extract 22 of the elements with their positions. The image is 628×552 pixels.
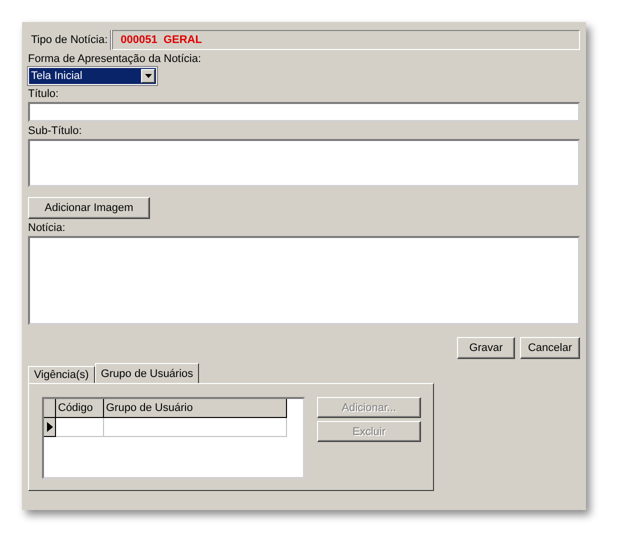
caret-icon: [144, 74, 152, 78]
form-button[interactable]: Gravar: [457, 337, 515, 359]
news-field[interactable]: [28, 236, 580, 325]
column-header[interactable]: Grupo de Usuário: [104, 399, 287, 418]
form-button[interactable]: Cancelar: [520, 337, 580, 359]
news-label: Notícia:: [28, 222, 66, 235]
news-type-label: Tipo de Notícia:: [28, 30, 112, 50]
column-header[interactable]: Código: [56, 399, 104, 418]
table-cell: [56, 418, 104, 437]
title-label: Título:: [28, 88, 59, 101]
row-indicator[interactable]: [44, 418, 56, 437]
add-image-button[interactable]: Adicionar Imagem: [28, 197, 150, 219]
news-type-value: 000051 GERAL: [112, 30, 580, 50]
tab[interactable]: Grupo de Usuários: [94, 363, 200, 383]
current-row-icon: [46, 422, 52, 432]
presentation-select[interactable]: Tela Inicial: [28, 67, 157, 85]
dropdown-button[interactable]: [141, 69, 155, 83]
title-field[interactable]: [28, 102, 580, 122]
tab[interactable]: Vigência(s): [28, 366, 95, 383]
presentation-label: Forma de Apresentação da Notícia:: [28, 53, 202, 66]
subtitle-label: Sub-Título:: [28, 125, 82, 138]
subtitle-field[interactable]: [28, 139, 580, 187]
